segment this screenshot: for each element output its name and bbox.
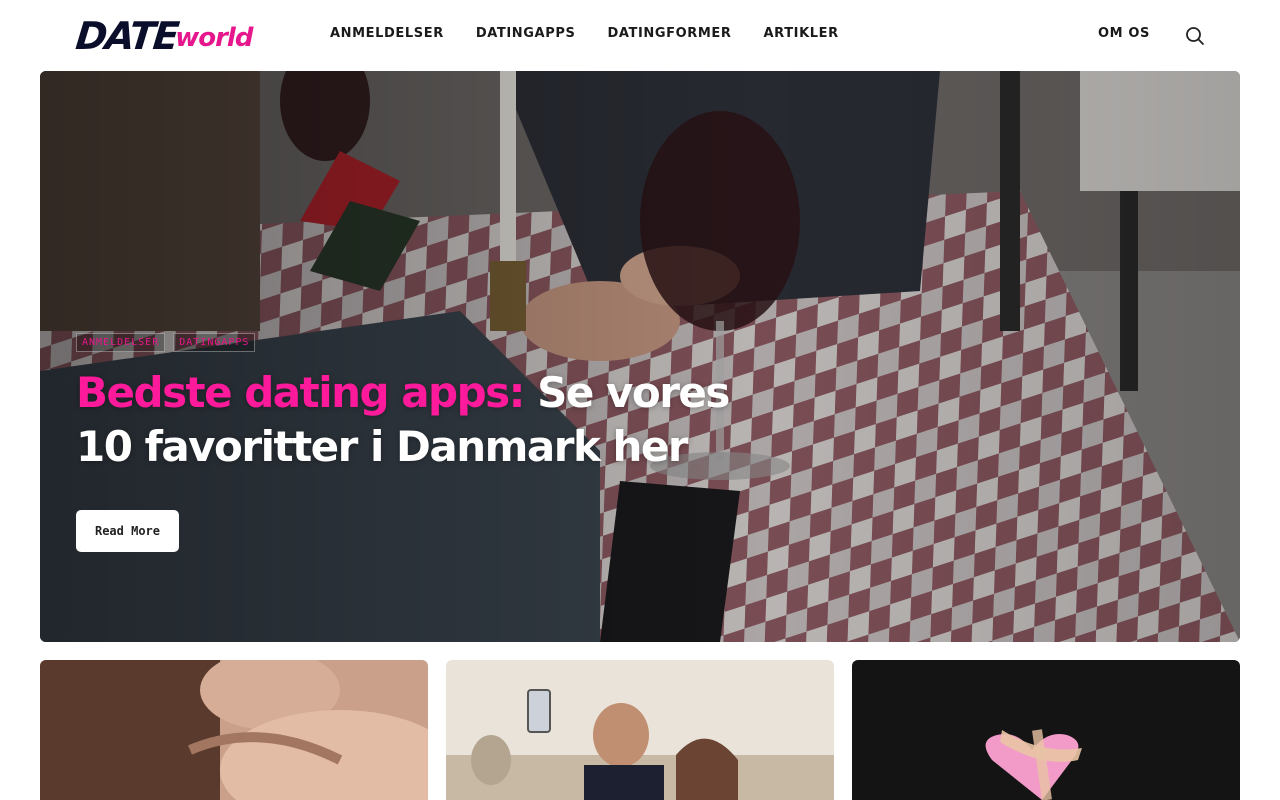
post-card[interactable] — [852, 660, 1240, 800]
post-card[interactable] — [40, 660, 428, 800]
search-icon[interactable] — [1184, 25, 1206, 47]
post-card-image — [852, 660, 1240, 800]
nav-item-datingformer[interactable]: DATINGFORMER — [607, 26, 731, 41]
site-header: DATE world ANMELDELSER DATINGAPPS DATING… — [0, 0, 1280, 70]
hero-featured-post[interactable]: ANMELDELSER DATINGAPPS Bedste dating app… — [40, 71, 1240, 642]
logo-main-text: DATE — [73, 14, 180, 58]
post-card[interactable] — [446, 660, 834, 800]
post-card-image — [40, 660, 428, 800]
tag-datingapps[interactable]: DATINGAPPS — [173, 333, 256, 352]
nav-item-datingapps[interactable]: DATINGAPPS — [476, 26, 576, 41]
nav-item-om-os[interactable]: OM OS — [1098, 26, 1150, 41]
hero-title[interactable]: Bedste dating apps: Se vores 10 favoritt… — [76, 366, 796, 474]
post-card-image — [446, 660, 834, 800]
hero-background-image — [40, 71, 1240, 642]
hero-tags: ANMELDELSER DATINGAPPS — [76, 333, 256, 352]
main-nav: ANMELDELSER DATINGAPPS DATINGFORMER ARTI… — [330, 26, 839, 41]
read-more-button[interactable]: Read More — [76, 510, 179, 552]
nav-item-anmeldelser[interactable]: ANMELDELSER — [330, 26, 444, 41]
site-logo[interactable]: DATE world — [73, 14, 254, 58]
hero-title-accent: Bedste dating apps: — [76, 368, 525, 417]
logo-accent-text: world — [175, 23, 253, 53]
tag-anmeldelser[interactable]: ANMELDELSER — [76, 333, 166, 352]
nav-item-artikler[interactable]: ARTIKLER — [764, 26, 839, 41]
